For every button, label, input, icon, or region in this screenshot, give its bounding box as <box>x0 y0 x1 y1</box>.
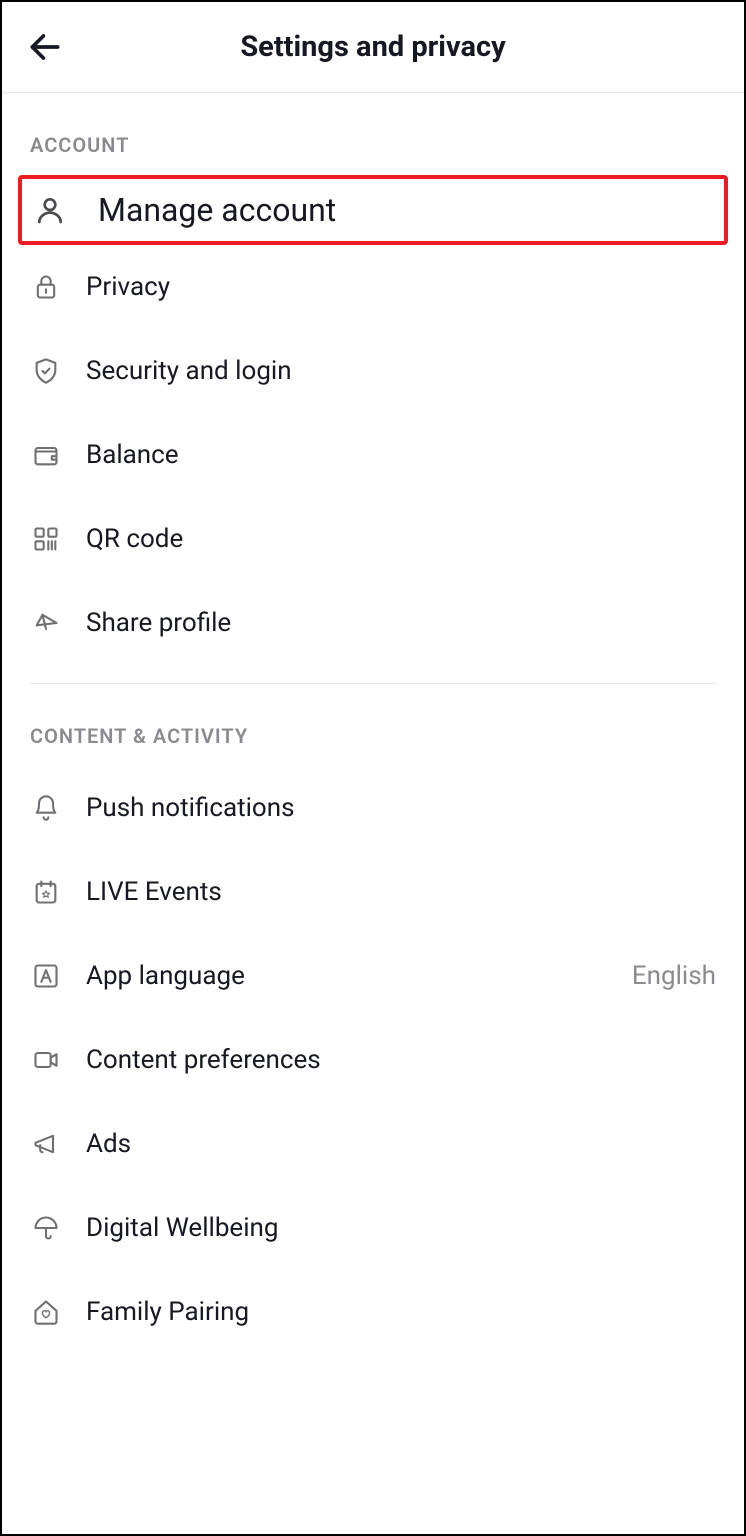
list-item-app-language[interactable]: App language English <box>30 934 716 1018</box>
umbrella-icon <box>30 1212 62 1244</box>
shield-icon <box>30 355 62 387</box>
list-item-share-profile[interactable]: Share profile <box>30 581 716 665</box>
qr-code-icon <box>30 523 62 555</box>
language-icon <box>30 960 62 992</box>
list-item-security[interactable]: Security and login <box>30 329 716 413</box>
list-item-digital-wellbeing[interactable]: Digital Wellbeing <box>30 1186 716 1270</box>
person-icon <box>34 194 66 226</box>
list-item-label: Ads <box>86 1129 716 1159</box>
list-item-label: Content preferences <box>86 1045 716 1075</box>
list-item-label: Security and login <box>86 356 716 386</box>
page-title: Settings and privacy <box>26 30 720 64</box>
section-header-account: ACCOUNT <box>2 93 744 175</box>
arrow-left-icon <box>26 28 64 66</box>
list-item-family-pairing[interactable]: Family Pairing <box>30 1270 716 1354</box>
video-icon <box>30 1044 62 1076</box>
list-item-balance[interactable]: Balance <box>30 413 716 497</box>
content-list: Push notifications LIVE Events App langu… <box>2 766 744 1354</box>
megaphone-icon <box>30 1128 62 1160</box>
calendar-star-icon <box>30 876 62 908</box>
list-item-label: Manage account <box>98 191 712 229</box>
bell-icon <box>30 792 62 824</box>
lock-icon <box>30 271 62 303</box>
list-item-label: App language <box>86 961 632 991</box>
list-item-label: Share profile <box>86 608 716 638</box>
list-item-label: Digital Wellbeing <box>86 1213 716 1243</box>
list-item-push-notifications[interactable]: Push notifications <box>30 766 716 850</box>
list-item-ads[interactable]: Ads <box>30 1102 716 1186</box>
list-item-label: Balance <box>86 440 716 470</box>
account-list: Manage account Privacy Security and logi… <box>2 175 744 665</box>
list-item-privacy[interactable]: Privacy <box>30 245 716 329</box>
list-item-label: Push notifications <box>86 793 716 823</box>
wallet-icon <box>30 439 62 471</box>
list-item-live-events[interactable]: LIVE Events <box>30 850 716 934</box>
header: Settings and privacy <box>2 2 744 93</box>
list-item-manage-account[interactable]: Manage account <box>18 175 728 245</box>
list-item-value: English <box>632 961 716 991</box>
back-button[interactable] <box>26 28 64 66</box>
list-item-label: QR code <box>86 524 716 554</box>
list-item-label: Privacy <box>86 272 716 302</box>
section-header-content: CONTENT & ACTIVITY <box>2 684 744 766</box>
list-item-content-preferences[interactable]: Content preferences <box>30 1018 716 1102</box>
share-icon <box>30 607 62 639</box>
list-item-label: Family Pairing <box>86 1297 716 1327</box>
home-heart-icon <box>30 1296 62 1328</box>
list-item-qr-code[interactable]: QR code <box>30 497 716 581</box>
list-item-label: LIVE Events <box>86 877 716 907</box>
